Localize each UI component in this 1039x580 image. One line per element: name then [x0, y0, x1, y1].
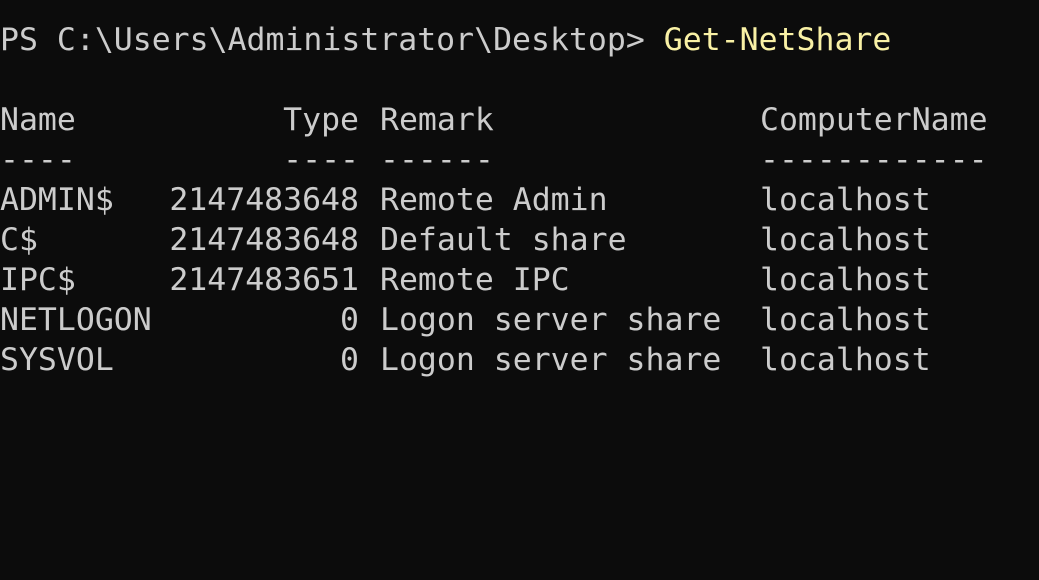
table-header-row: Name Type Remark ComputerName	[0, 100, 1039, 140]
table-row: C$ 2147483648 Default share localhost	[0, 220, 1039, 260]
share-type: 0	[340, 302, 359, 338]
header-remark: Remark	[380, 102, 494, 138]
header-type: Type	[283, 102, 359, 138]
share-remark: Logon server share	[380, 342, 722, 378]
header-computername: ComputerName	[760, 102, 988, 138]
table-row: NETLOGON 0 Logon server share localhost	[0, 300, 1039, 340]
share-type: 2147483648	[169, 222, 359, 258]
table-row: IPC$ 2147483651 Remote IPC localhost	[0, 260, 1039, 300]
share-computername: localhost	[760, 262, 931, 298]
separator-computername: ------------	[760, 142, 988, 178]
share-remark: Default share	[380, 222, 627, 258]
share-computername: localhost	[760, 302, 931, 338]
share-remark: Remote Admin	[380, 182, 608, 218]
command-text: Get-NetShare	[663, 22, 892, 58]
share-remark: Logon server share	[380, 302, 722, 338]
prompt-line: PS C:\Users\Administrator\Desktop> Get-N…	[0, 20, 1039, 60]
table-row: ADMIN$ 2147483648 Remote Admin localhost	[0, 180, 1039, 220]
table-row: SYSVOL 0 Logon server share localhost	[0, 340, 1039, 380]
separator-type: ----	[283, 142, 359, 178]
powershell-terminal[interactable]: PS C:\Users\Administrator\Desktop> Get-N…	[0, 0, 1039, 407]
share-type: 2147483651	[169, 262, 359, 298]
share-remark: Remote IPC	[380, 262, 570, 298]
share-type: 2147483648	[169, 182, 359, 218]
table-separator-row: ---- ---- ------ ------------	[0, 140, 1039, 180]
share-computername: localhost	[760, 222, 931, 258]
prompt-path: PS C:\Users\Administrator\Desktop>	[0, 22, 664, 58]
separator-remark: ------	[380, 142, 494, 178]
share-computername: localhost	[760, 182, 931, 218]
share-type: 0	[340, 342, 359, 378]
share-computername: localhost	[760, 342, 931, 378]
